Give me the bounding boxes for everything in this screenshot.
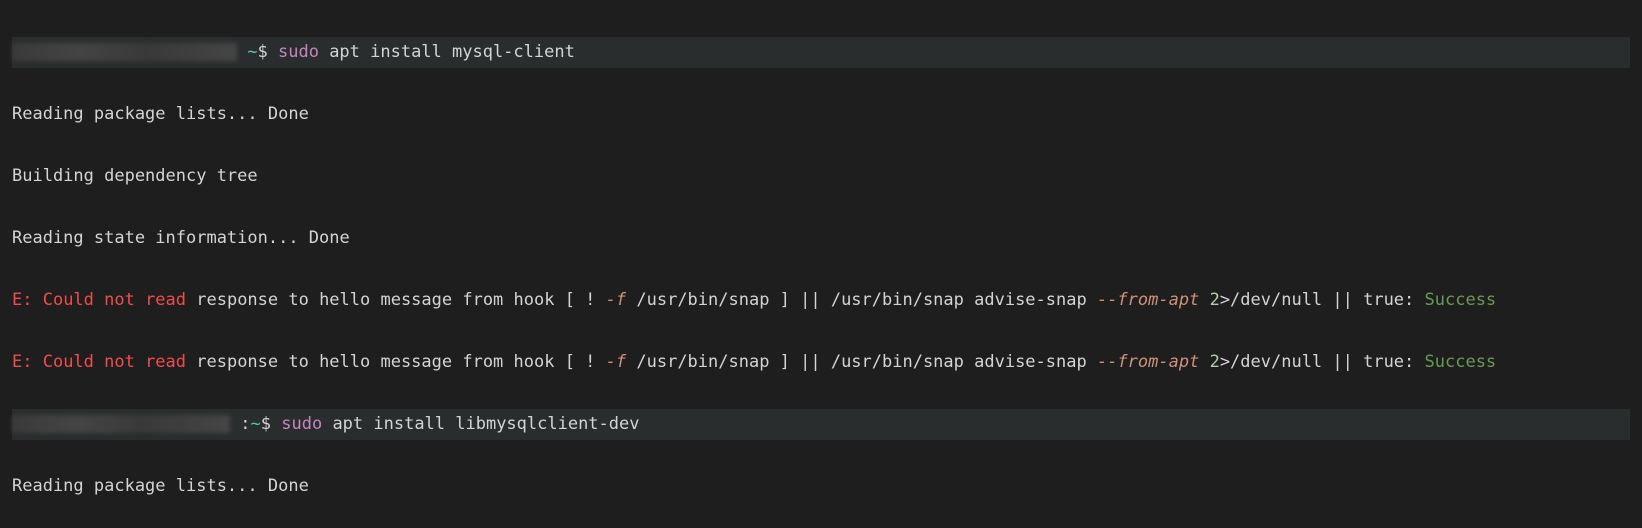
err-prefix: E: [12,290,43,310]
terminal-output[interactable]: ~$ sudo apt install mysql-client Reading… [0,0,1642,528]
prompt-dollar: $ [258,42,268,62]
err-from-apt: --from-apt [1097,352,1199,372]
err-flag-f: -f [606,290,626,310]
prompt-dollar: $ [261,414,271,434]
err-from-apt: --from-apt [1097,290,1199,310]
err-cnr: Could not read [43,290,186,310]
err-cnr: Could not read [43,352,186,372]
cmd2-rest: apt install libmysqlclient-dev [322,414,639,434]
err-mid2: /usr/bin/snap ] || /usr/bin/snap advise-… [626,290,1097,310]
err-success: Success [1425,352,1497,372]
prompt-line-1: ~$ sudo apt install mysql-client [12,37,1630,68]
err-flag-f: -f [606,352,626,372]
err-two: 2 [1210,352,1220,372]
prompt-tilde: ~ [251,414,261,434]
out-read-pkg-1: Reading package lists... Done [12,99,1630,130]
redacted-host [12,415,230,433]
err-success: Success [1425,290,1497,310]
prompt-line-2: :~$ sudo apt install libmysqlclient-dev [12,409,1630,440]
err-tail: >/dev/null || true: [1220,290,1425,310]
prompt-sep: : [240,414,250,434]
out-read-pkg-2: Reading package lists... Done [12,471,1630,502]
err-two: 2 [1210,290,1220,310]
cmd1-rest: apt install mysql-client [319,42,575,62]
prompt-tilde: ~ [247,42,257,62]
err-tail: >/dev/null || true: [1220,352,1425,372]
err-prefix: E: [12,352,43,372]
err-sp [1199,352,1209,372]
error-line-1: E: Could not read response to hello mess… [12,285,1630,316]
out-read-state-1: Reading state information... Done [12,223,1630,254]
err-mid2: /usr/bin/snap ] || /usr/bin/snap advise-… [626,352,1097,372]
err-mid1: response to hello message from hook [ ! [186,352,606,372]
error-line-2: E: Could not read response to hello mess… [12,347,1630,378]
out-build-dep-1: Building dependency tree [12,161,1630,192]
cmd1-sudo: sudo [278,42,319,62]
redacted-host [12,43,237,61]
cmd2-sudo: sudo [281,414,322,434]
err-mid1: response to hello message from hook [ ! [186,290,606,310]
err-sp [1199,290,1209,310]
